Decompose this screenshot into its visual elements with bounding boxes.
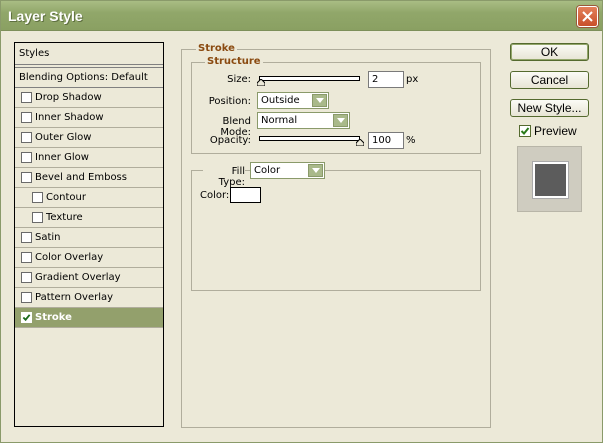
title-bar[interactable]: Layer Style [1, 1, 602, 31]
style-item-gradient-overlay[interactable]: Gradient Overlay [15, 268, 163, 288]
fill-type-value: Color [254, 165, 281, 176]
styles-header[interactable]: Styles [15, 43, 163, 65]
layer-style-dialog: Layer Style Styles Blending Options: Def… [0, 0, 603, 443]
style-checkbox[interactable] [21, 292, 32, 303]
style-item-texture[interactable]: Texture [15, 208, 163, 228]
style-item-inner-glow[interactable]: Inner Glow [15, 148, 163, 168]
style-item-color-overlay[interactable]: Color Overlay [15, 248, 163, 268]
structure-group-title: Structure [205, 56, 263, 67]
stroke-group-title: Stroke [196, 43, 237, 54]
blend-mode-value: Normal [261, 115, 298, 126]
new-style-button[interactable]: New Style... [510, 99, 589, 117]
close-button[interactable] [577, 6, 598, 27]
style-item-label: Inner Glow [35, 152, 89, 163]
style-item-inner-shadow[interactable]: Inner Shadow [15, 108, 163, 128]
close-icon [582, 11, 593, 22]
styles-list: Styles Blending Options: Default Drop Sh… [14, 42, 164, 427]
style-checkbox[interactable] [21, 272, 32, 283]
opacity-slider-thumb[interactable] [356, 139, 364, 146]
style-checkbox[interactable] [32, 192, 43, 203]
style-checkbox[interactable] [21, 92, 32, 103]
style-checkbox[interactable] [21, 312, 32, 323]
fill-type-label: Fill Type: [203, 166, 245, 188]
color-label: Color: [200, 190, 230, 201]
preview-box [517, 146, 582, 212]
style-item-label: Drop Shadow [35, 92, 102, 103]
stroke-color-swatch[interactable] [230, 187, 261, 203]
style-items: Drop Shadow Inner Shadow Outer Glow Inner G… [15, 88, 163, 328]
blending-options-item[interactable]: Blending Options: Default [15, 67, 163, 88]
style-item-pattern-overlay[interactable]: Pattern Overlay [15, 288, 163, 308]
style-item-drop-shadow[interactable]: Drop Shadow [15, 88, 163, 108]
style-item-label: Pattern Overlay [35, 292, 114, 303]
style-checkbox[interactable] [21, 232, 32, 243]
style-item-contour[interactable]: Contour [15, 188, 163, 208]
style-item-label: Outer Glow [35, 132, 92, 143]
opacity-unit: % [406, 135, 416, 146]
chevron-down-icon [333, 114, 348, 127]
size-unit: px [406, 74, 419, 85]
cancel-button[interactable]: Cancel [510, 71, 589, 89]
preview-thumbnail [533, 162, 568, 198]
style-checkbox[interactable] [21, 132, 32, 143]
opacity-input[interactable]: 100 [368, 132, 404, 149]
checkmark-icon [520, 127, 530, 135]
style-item-label: Stroke [35, 312, 72, 323]
opacity-slider-track[interactable] [259, 136, 360, 141]
preview-checkbox[interactable] [519, 125, 531, 137]
style-item-stroke[interactable]: Stroke [15, 308, 163, 328]
size-slider-track[interactable] [259, 76, 360, 81]
style-checkbox[interactable] [21, 152, 32, 163]
size-label: Size: [227, 74, 251, 85]
style-checkbox[interactable] [32, 212, 43, 223]
style-checkbox[interactable] [21, 112, 32, 123]
opacity-label: Opacity: [209, 135, 251, 146]
blend-mode-dropdown[interactable]: Normal [257, 112, 350, 129]
size-slider-thumb[interactable] [257, 79, 265, 86]
style-item-outer-glow[interactable]: Outer Glow [15, 128, 163, 148]
position-dropdown[interactable]: Outside [257, 92, 329, 109]
style-item-label: Gradient Overlay [35, 272, 121, 283]
position-label: Position: [208, 96, 251, 107]
ok-button[interactable]: OK [510, 43, 589, 61]
preview-label: Preview [534, 124, 577, 138]
chevron-down-icon [308, 164, 323, 177]
style-item-label: Bevel and Emboss [35, 172, 127, 183]
size-input[interactable]: 2 [368, 71, 404, 88]
fill-type-dropdown[interactable]: Color [250, 162, 325, 179]
style-item-label: Inner Shadow [35, 112, 104, 123]
style-item-label: Color Overlay [35, 252, 104, 263]
window-title: Layer Style [8, 8, 83, 24]
style-item-label: Satin [35, 232, 61, 243]
checkmark-icon [22, 314, 31, 322]
style-checkbox[interactable] [21, 172, 32, 183]
chevron-down-icon [312, 94, 327, 107]
style-item-label: Contour [46, 192, 86, 203]
position-value: Outside [261, 95, 300, 106]
style-checkbox[interactable] [21, 252, 32, 263]
style-item-bevel-and-emboss[interactable]: Bevel and Emboss [15, 168, 163, 188]
style-item-satin[interactable]: Satin [15, 228, 163, 248]
style-item-label: Texture [46, 212, 83, 223]
